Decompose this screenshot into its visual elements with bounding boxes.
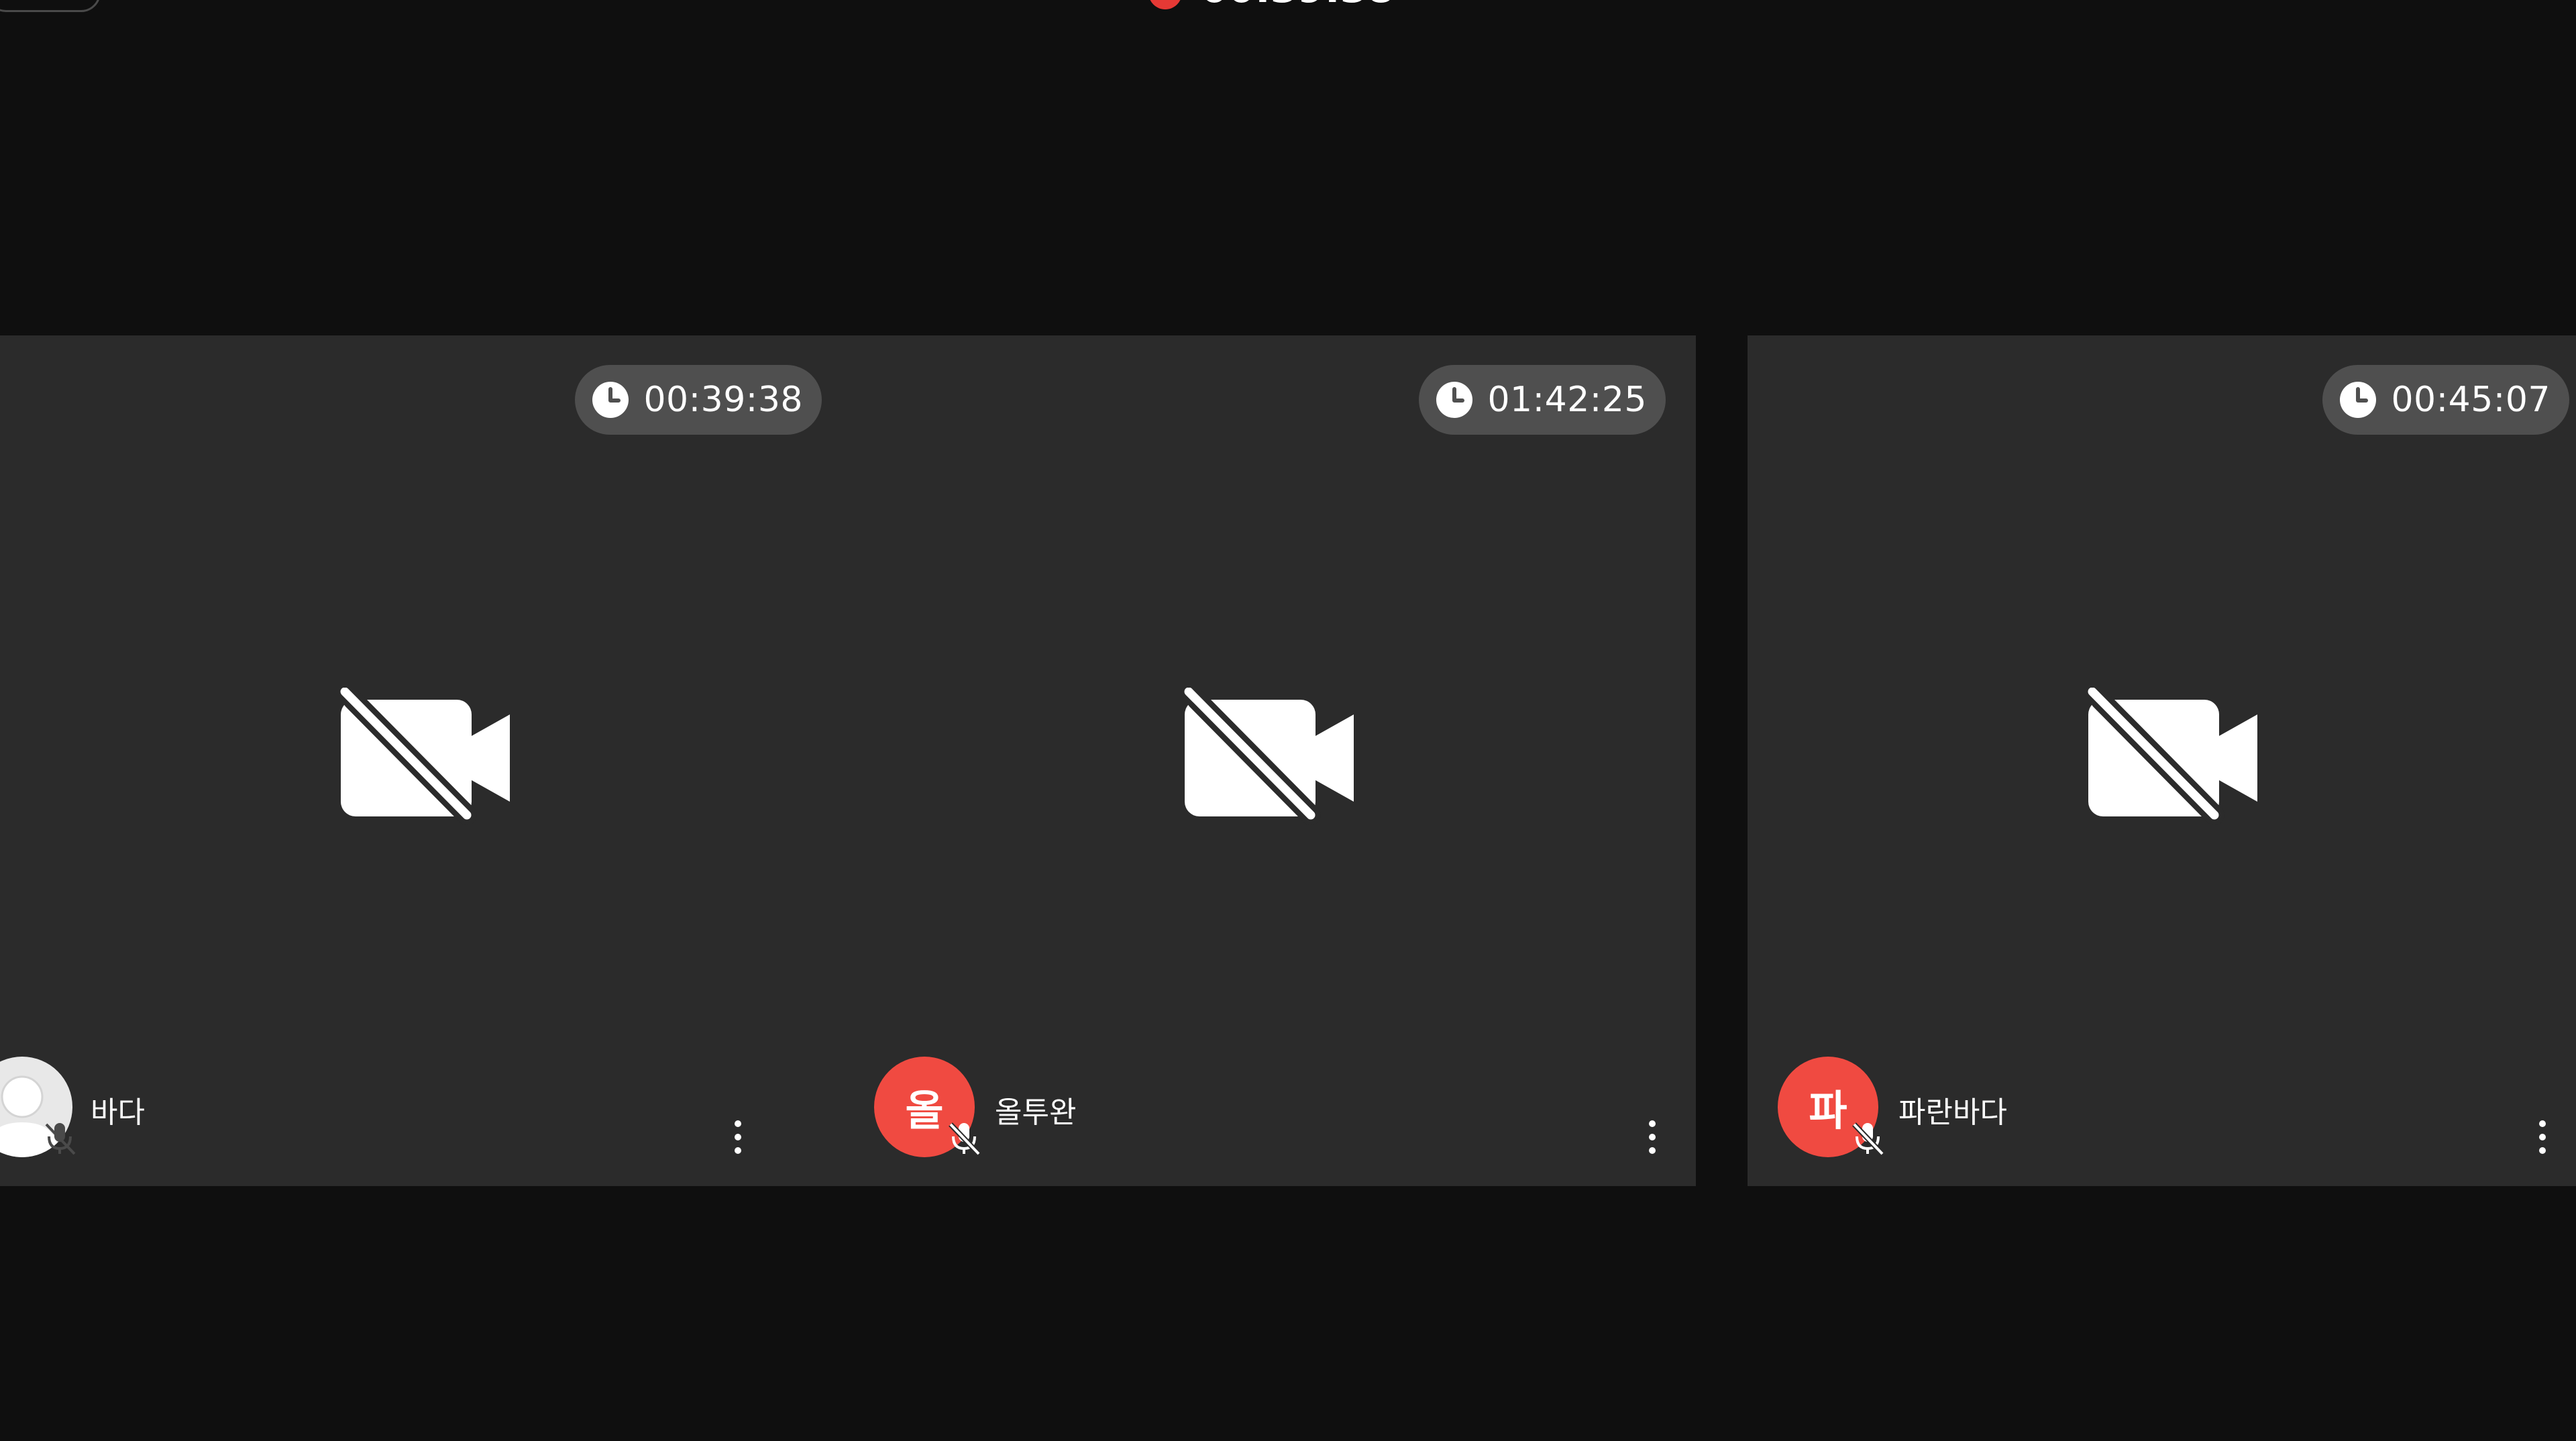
more-options-icon[interactable] xyxy=(2532,1117,2553,1157)
participant-name: 바다 xyxy=(91,1096,145,1130)
participant-timer: 01:42:25 xyxy=(1419,365,1666,435)
participant-name: 올투완 xyxy=(995,1096,1077,1130)
clock-icon xyxy=(592,382,629,418)
more-options-icon[interactable] xyxy=(728,1117,748,1157)
recording-indicator-icon xyxy=(1148,0,1182,9)
clock-icon xyxy=(2340,382,2377,418)
participant-tile[interactable]: 00:39:38 바다 xyxy=(0,335,852,1186)
mic-off-icon xyxy=(949,1122,981,1156)
more-options-icon[interactable] xyxy=(1642,1117,1662,1157)
participant-timer: 00:39:38 xyxy=(575,365,822,435)
participant-timer: 00:45:07 xyxy=(2322,365,2569,435)
mic-off-icon xyxy=(45,1123,76,1155)
recording-time: 00:39:38 xyxy=(1201,0,1395,8)
participant-tile[interactable]: 00:45:07 파 파란바다 xyxy=(1748,335,2576,1186)
mic-off-icon xyxy=(1852,1122,1884,1156)
timer-text: 01:42:25 xyxy=(1487,380,1647,420)
avatar-initial: 올 xyxy=(905,1086,944,1135)
top-bar: 00:39:38 xyxy=(0,0,2576,27)
room-badge[interactable] xyxy=(0,0,101,12)
video-off-icon xyxy=(334,688,515,829)
clock-icon xyxy=(1436,382,1473,418)
settings-icon[interactable] xyxy=(2496,0,2542,7)
timer-text: 00:45:07 xyxy=(2391,380,2551,420)
video-off-icon xyxy=(2082,688,2263,829)
participant-name: 파란바다 xyxy=(1898,1096,2007,1130)
participant-tile[interactable]: 01:42:25 올 올투완 xyxy=(844,335,1696,1186)
avatar-initial: 파 xyxy=(1809,1086,1847,1135)
timer-text: 00:39:38 xyxy=(643,380,803,420)
video-off-icon xyxy=(1178,688,1359,829)
